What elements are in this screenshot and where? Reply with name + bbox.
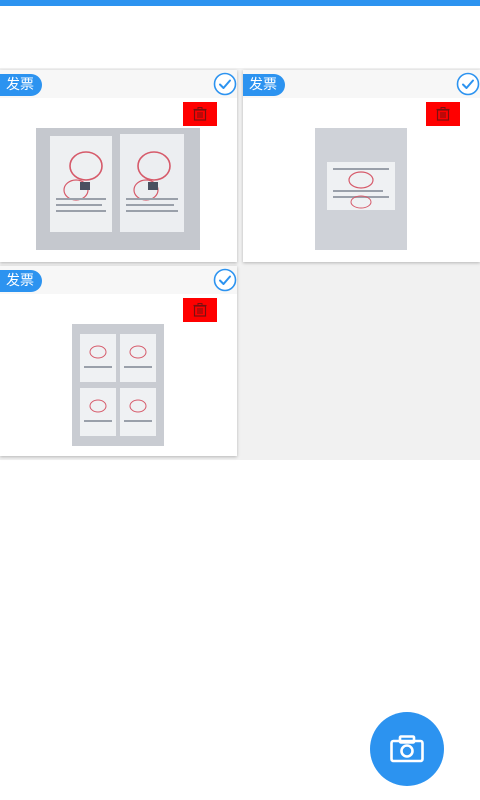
card-header: 发票	[243, 70, 480, 98]
card-header: 发票	[0, 70, 237, 98]
app-screen: 发票 发票 发票	[0, 0, 480, 800]
invoice-thumbnail[interactable]	[315, 128, 407, 250]
invoice-card-1[interactable]: 发票	[0, 70, 237, 262]
trash-icon	[193, 107, 207, 121]
trash-icon	[436, 107, 450, 121]
delete-button[interactable]	[183, 102, 217, 126]
check-circle-icon[interactable]	[213, 268, 237, 292]
invoice-badge: 发票	[0, 270, 42, 292]
card-header: 发票	[0, 266, 237, 294]
delete-button[interactable]	[426, 102, 460, 126]
invoice-photo-image	[315, 128, 407, 250]
invoice-card-2[interactable]: 发票	[243, 70, 480, 262]
delete-button[interactable]	[183, 298, 217, 322]
camera-icon	[390, 735, 424, 763]
invoice-badge: 发票	[243, 74, 285, 96]
camera-button[interactable]	[370, 712, 444, 786]
check-circle-icon[interactable]	[456, 72, 480, 96]
invoice-photo-image	[36, 128, 200, 250]
invoice-grid: 发票 发票 发票	[0, 68, 480, 460]
invoice-thumbnail[interactable]	[72, 324, 164, 446]
invoice-card-3[interactable]: 发票	[0, 266, 237, 456]
invoice-photo-image	[72, 324, 164, 446]
invoice-badge: 发票	[0, 74, 42, 96]
check-circle-icon[interactable]	[213, 72, 237, 96]
trash-icon	[193, 303, 207, 317]
invoice-thumbnail[interactable]	[36, 128, 200, 250]
top-status-strip	[0, 0, 480, 6]
